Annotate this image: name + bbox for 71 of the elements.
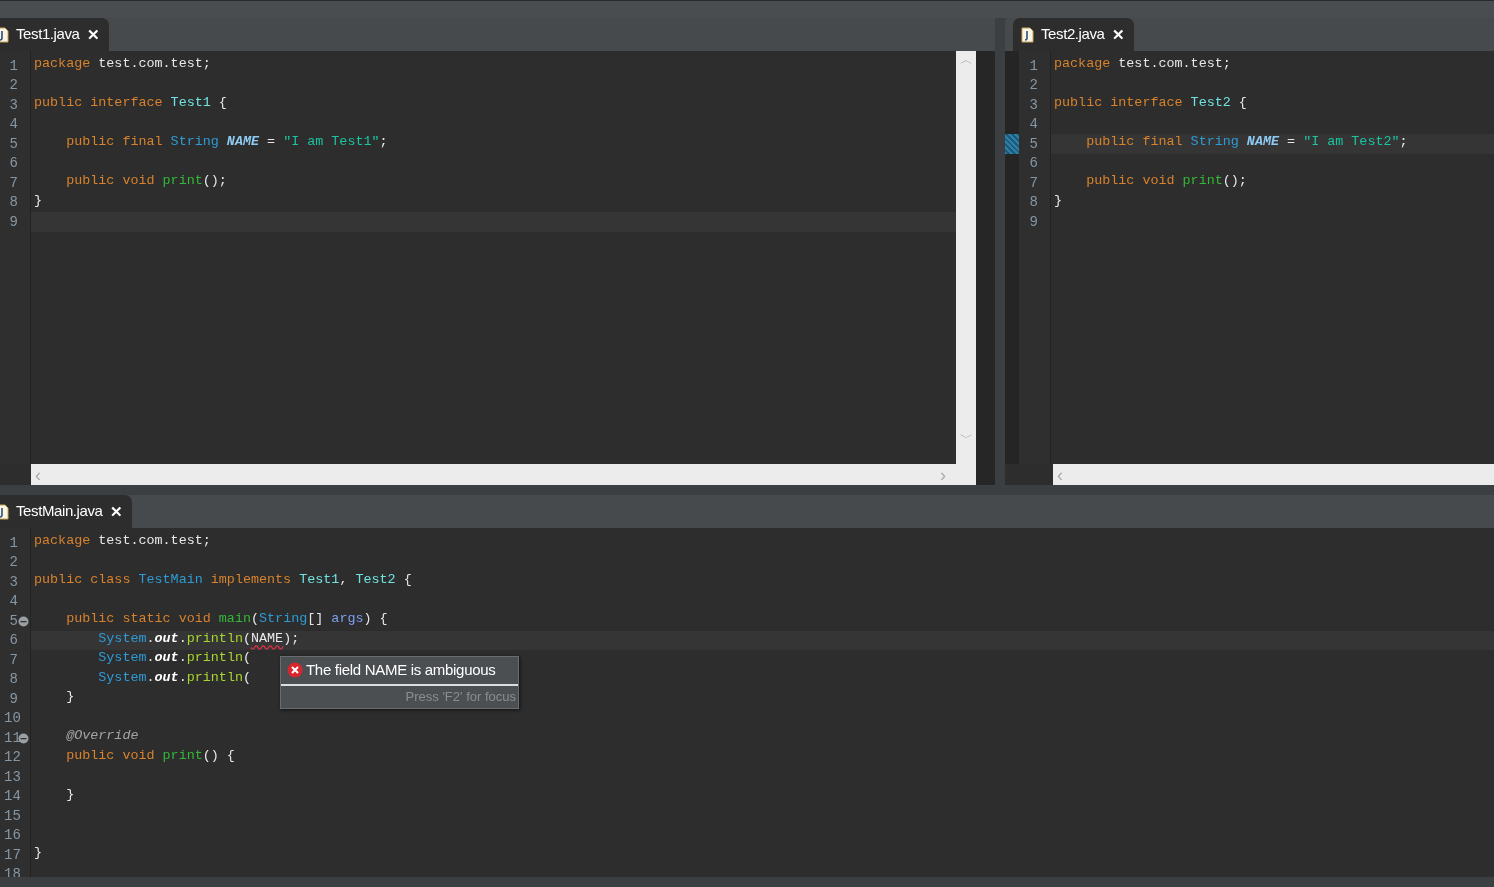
line-number: 8	[1029, 194, 1038, 211]
code-line: }	[1053, 192, 1063, 210]
error-message: The field NAME is ambiguous	[306, 660, 496, 680]
line-number: 9	[9, 213, 18, 230]
line-number: 8	[9, 194, 18, 211]
code-line: package test.com.test;	[33, 56, 211, 73]
line-number: 17	[4, 846, 21, 863]
file-icon	[0, 26, 9, 43]
line-number: 12	[4, 749, 21, 766]
line-number: 2	[9, 554, 18, 571]
line-number: 4	[1029, 116, 1038, 133]
line-number: 5	[9, 135, 18, 152]
collapse-icon[interactable]	[18, 733, 29, 744]
code-line: public void print();	[1085, 173, 1247, 190]
line-number: 3	[9, 573, 18, 590]
line-number: 3	[1029, 96, 1038, 113]
code-line: public void print() {	[65, 747, 235, 765]
line-number: 9	[9, 690, 18, 707]
line-number: 7	[9, 651, 18, 668]
focus-hint: Press 'F2' for focus	[404, 687, 517, 706]
code-line: }	[33, 845, 43, 862]
code-line: package test.com.test;	[1053, 56, 1231, 73]
line-number: 4	[9, 593, 18, 610]
close-icon[interactable]: ✕	[86, 27, 100, 42]
code-line: public final String NAME = "I am Test2";	[1085, 134, 1408, 151]
line-number: 9	[1029, 213, 1038, 230]
line-number: 1	[9, 534, 18, 551]
line-number: 2	[1029, 77, 1038, 94]
line-number: 6	[1029, 155, 1038, 172]
code-line: System.out.println(NAME);	[97, 630, 300, 648]
code-line: System.out.println(	[97, 669, 251, 687]
line-number: 15	[4, 807, 21, 824]
line-number: 4	[9, 116, 18, 133]
code-line: }	[33, 192, 43, 210]
editor-tab[interactable]: Test1.java ✕	[0, 18, 110, 51]
line-number: 2	[9, 77, 18, 94]
line-number: 1	[9, 57, 18, 74]
code-line: @Override	[65, 728, 139, 745]
line-number: 7	[9, 174, 18, 191]
close-icon[interactable]: ✕	[1111, 27, 1125, 42]
code-line: }	[65, 689, 75, 706]
line-number: 10	[4, 710, 21, 727]
code-line: public class TestMain implements Test1, Test2 {	[33, 572, 412, 589]
line-number: 1	[1029, 57, 1038, 74]
code-line: public final String NAME = "I am Test1";	[65, 134, 388, 151]
close-icon[interactable]: ✕	[109, 504, 123, 519]
code-line: public interface Test2 {	[1053, 95, 1247, 112]
line-number: 6	[9, 155, 18, 172]
code-line: public static void main(String[] args) {	[65, 611, 388, 628]
line-number: 6	[9, 632, 18, 649]
error-icon	[287, 662, 303, 679]
line-number: 16	[4, 827, 21, 844]
line-number: 13	[4, 768, 21, 785]
line-number: 14	[4, 788, 21, 805]
line-number: 3	[9, 96, 18, 113]
file-icon	[0, 503, 9, 520]
file-icon	[1021, 26, 1034, 43]
code-line: public void print();	[65, 173, 227, 190]
line-number: 8	[9, 671, 18, 688]
editor-tab[interactable]: Test2.java ✕	[1013, 18, 1135, 51]
code-line: }	[65, 786, 75, 804]
code-line: package test.com.test;	[33, 533, 211, 550]
code-line: public interface Test1 {	[33, 95, 227, 112]
line-number: 11	[4, 729, 21, 746]
code-line: System.out.println(	[97, 650, 251, 667]
line-number: 5	[1029, 135, 1038, 152]
line-number: 5	[9, 612, 18, 629]
line-number: 7	[1029, 174, 1038, 191]
scrollbar-corner	[976, 464, 995, 485]
collapse-icon[interactable]	[18, 616, 29, 627]
editor-tab[interactable]: TestMain.java ✕	[0, 495, 133, 528]
